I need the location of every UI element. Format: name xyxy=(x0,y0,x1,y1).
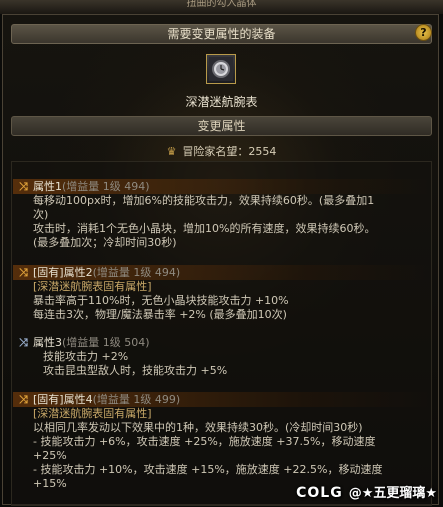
attribute-1-title[interactable]: ⤨ 属性1(增益量 1级 494) xyxy=(19,179,429,194)
change-attributes-title: 变更属性 xyxy=(197,119,246,133)
attribute-3-title[interactable]: ⤨ 属性3(增益量 1级 504) xyxy=(19,335,429,350)
attribute-2-line: 暴击率高于110%时，无色小晶块技能攻击力 +10% xyxy=(33,294,289,307)
attribute-1-line: 次) xyxy=(33,208,49,221)
shuffle-icon: ⤨ xyxy=(19,336,28,349)
attribute-2-name: [固有]属性2 xyxy=(33,266,93,279)
attribute-1-line: 攻击时，消耗1个无色小晶块，增加10%的所有速度，效果持续60秒。 xyxy=(33,222,376,235)
attribute-2-unique-label: [深潜迷航腕表固有属性] xyxy=(33,280,152,293)
help-button[interactable]: ? xyxy=(415,24,432,41)
help-icon: ? xyxy=(420,26,427,39)
attribute-2-line: 每连击3次，物理/魔法暴击率 +2% (最多叠加10次) xyxy=(33,308,287,321)
attribute-1-tag: (增益量 1级 494) xyxy=(62,180,150,193)
top-title-bar: 扭曲的勾入晶体 xyxy=(0,0,443,14)
attribute-1-line: 每移动100px时，增加6%的技能攻击力，效果持续60秒。(最多叠加1 xyxy=(33,194,375,207)
adventurer-fame-label: 冒险家名望：2554 xyxy=(182,145,277,158)
panel-title: 需要变更属性的装备 xyxy=(167,27,276,41)
attribute-4-line: - 技能攻击力 +10%，攻击速度 +15%，施放速度 +22.5%，移动速度 xyxy=(33,463,383,476)
attribute-4[interactable]: ⤨ [固有]属性4(增益量 1级 499) [深潜迷航腕表固有属性] 以相同几率发… xyxy=(19,392,429,491)
watermark-text: @★五更瑠璃★ xyxy=(348,486,437,501)
watermark: COLG @★五更瑠璃★ xyxy=(296,482,437,501)
shuffle-icon: ⤨ xyxy=(19,180,28,193)
attribute-4-title[interactable]: ⤨ [固有]属性4(增益量 1级 499) xyxy=(19,392,429,407)
equipment-panel: 需要变更属性的装备 ? 深潜迷航腕表 变更属性 ♛ 冒险家名望：2554 ⤨ 属性1… xyxy=(2,14,440,506)
attribute-1-name: 属性1 xyxy=(33,180,62,193)
attribute-4-tag: (增益量 1级 499) xyxy=(92,393,181,406)
shuffle-icon: ⤨ xyxy=(19,266,28,279)
colg-logo: COLG xyxy=(296,485,343,501)
item-slot[interactable] xyxy=(206,54,236,84)
attribute-1-line: (最多叠加次；冷却时间30秒) xyxy=(33,236,177,249)
attribute-4-unique-label: [深潜迷航腕表固有属性] xyxy=(33,407,152,420)
attribute-2-title[interactable]: ⤨ [固有]属性2(增益量 1级 494) xyxy=(19,265,429,280)
watch-icon xyxy=(209,57,233,81)
shuffle-icon: ⤨ xyxy=(19,393,28,406)
attribute-3-line: 技能攻击力 +2% xyxy=(43,350,129,363)
change-attributes-header: 变更属性 xyxy=(11,116,432,136)
attribute-2[interactable]: ⤨ [固有]属性2(增益量 1级 494) [深潜迷航腕表固有属性] 暴击率高于1… xyxy=(19,265,429,322)
adventurer-fame: ♛ 冒险家名望：2554 xyxy=(3,143,440,159)
attribute-4-name: [固有]属性4 xyxy=(33,393,93,406)
attribute-2-tag: (增益量 1级 494) xyxy=(92,266,181,279)
crest-icon: ♛ xyxy=(166,145,177,158)
attribute-4-line: +25% xyxy=(33,449,67,462)
attribute-4-line: 以相同几率发动以下效果中的1种，效果持续30秒。(冷却时间30秒) xyxy=(33,421,363,434)
attribute-3[interactable]: ⤨ 属性3(增益量 1级 504) 技能攻击力 +2% 攻击昆虫型敌人时，技能攻击… xyxy=(19,335,429,378)
panel-header: 需要变更属性的装备 xyxy=(11,24,432,44)
attribute-3-tag: (增益量 1级 504) xyxy=(62,336,150,349)
attribute-4-line: - 技能攻击力 +6%，攻击速度 +25%，施放速度 +37.5%，移动速度 xyxy=(33,435,376,448)
attribute-3-line: 攻击昆虫型敌人时，技能攻击力 +5% xyxy=(43,364,228,377)
top-title: 扭曲的勾入晶体 xyxy=(186,0,257,9)
attribute-1[interactable]: ⤨ 属性1(增益量 1级 494) 每移动100px时，增加6%的技能攻击力，效果… xyxy=(19,179,429,250)
item-name: 深潜迷航腕表 xyxy=(185,95,258,109)
attribute-3-name: 属性3 xyxy=(33,336,62,349)
